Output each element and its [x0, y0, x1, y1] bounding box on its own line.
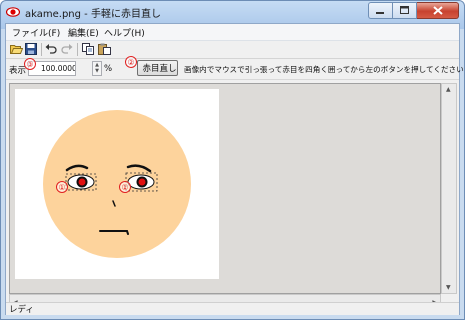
right-red-pupil — [138, 178, 146, 186]
close-icon — [432, 6, 443, 15]
instruction-text: 画像内でマウスで引っ張って赤目を四角く囲ってから左のボタンを押してください。 — [184, 65, 465, 74]
status-text: レディ — [9, 305, 34, 315]
left-red-pupil — [78, 178, 86, 186]
face-image — [43, 110, 191, 258]
maximize-button[interactable] — [393, 2, 417, 19]
paste-icon[interactable] — [98, 43, 111, 55]
options-bar: 表示 ▲ ▼ % 赤目直し 画像内でマウスで引っ張って赤目を四角く囲ってから左の… — [6, 56, 464, 80]
annotation-marker-1-left: ① — [56, 181, 68, 193]
menu-bar: ファイル(F) 編集(E) ヘルプ(H) — [6, 24, 459, 41]
undo-icon[interactable] — [45, 43, 58, 55]
zoom-spinner[interactable]: ▲ ▼ — [92, 61, 102, 76]
image-viewport[interactable]: ① ① — [9, 83, 441, 294]
title-bar: akame.png - 手軽に赤目直し — [1, 1, 464, 23]
redo-icon[interactable] — [60, 43, 73, 55]
maximize-icon — [399, 6, 409, 14]
open-folder-icon[interactable] — [10, 43, 23, 55]
client-area: ファイル(F) 編集(E) ヘルプ(H) 表示 100.00000 ▲ ▼ % … — [5, 23, 464, 315]
spin-down-icon[interactable]: ▼ — [93, 68, 101, 74]
status-bar: レディ — [6, 302, 459, 315]
annotation-marker-2: ② — [125, 56, 137, 68]
menu-help[interactable]: ヘルプ(H) — [104, 26, 145, 39]
app-eye-icon — [6, 7, 20, 17]
red-eye-fix-button[interactable]: 赤目直し — [137, 60, 178, 76]
minimize-icon — [376, 11, 384, 14]
scroll-down-icon[interactable]: ▼ — [446, 284, 451, 291]
image-canvas[interactable]: ① ① — [15, 89, 219, 279]
vertical-scrollbar[interactable]: ▲ ▼ — [441, 83, 457, 294]
toolbar — [6, 41, 459, 59]
close-button[interactable] — [417, 2, 459, 19]
app-window: akame.png - 手軽に赤目直し ファイル(F) 編集(E) ヘルプ(H) — [0, 0, 465, 320]
scroll-up-icon[interactable]: ▲ — [446, 86, 451, 93]
menu-edit[interactable]: 編集(E) — [68, 26, 99, 39]
copy-icon[interactable] — [82, 43, 95, 55]
percent-label: % — [104, 64, 113, 74]
annotation-marker-3: ③ — [24, 58, 36, 70]
menu-file[interactable]: ファイル(F) — [12, 26, 60, 39]
window-title: akame.png - 手軽に赤目直し — [25, 9, 161, 20]
annotation-marker-1-right: ① — [119, 181, 131, 193]
minimize-button[interactable] — [368, 2, 393, 19]
save-icon[interactable] — [25, 43, 38, 55]
